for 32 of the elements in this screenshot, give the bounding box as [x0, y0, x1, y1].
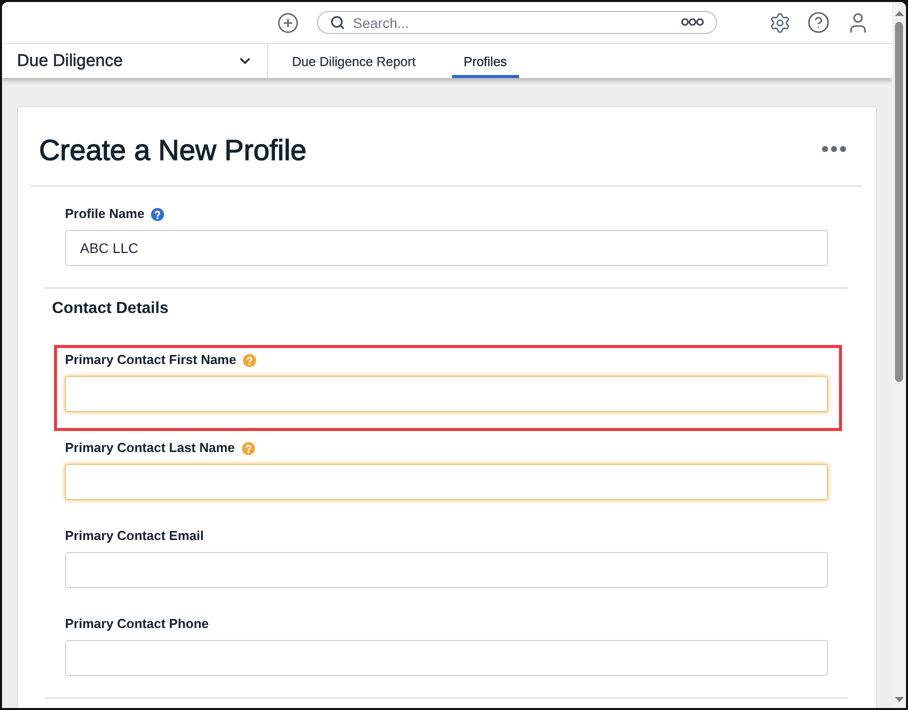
- help-button[interactable]: [807, 11, 830, 34]
- section-heading: Contact Details: [52, 299, 170, 319]
- app-selector[interactable]: Due Diligence: [2, 44, 268, 78]
- field-label: Primary Contact Last Name: [65, 439, 235, 457]
- scroll-up-arrow-icon[interactable]: [894, 11, 904, 16]
- text-input[interactable]: [65, 464, 828, 500]
- scroll-down-arrow-icon[interactable]: [894, 697, 904, 702]
- search-field[interactable]: Search...: [317, 11, 717, 34]
- page-title: Create a New Profile: [39, 134, 307, 168]
- text-input[interactable]: [65, 376, 828, 412]
- settings-button[interactable]: [769, 12, 791, 34]
- field-label: Primary Contact Phone: [65, 615, 209, 633]
- help-icon[interactable]: [243, 354, 256, 366]
- plus-circle-icon: [277, 12, 299, 34]
- add-button[interactable]: [277, 12, 299, 34]
- text-input[interactable]: [65, 552, 828, 588]
- more-options-button[interactable]: [822, 146, 846, 152]
- help-circle-icon: [807, 11, 830, 34]
- text-input[interactable]: ABC LLC: [65, 230, 828, 266]
- search-icon: [330, 15, 345, 30]
- settings-icon: [769, 12, 791, 34]
- help-icon[interactable]: [242, 442, 255, 454]
- field-label: Profile Name: [65, 205, 144, 223]
- text-input[interactable]: [65, 640, 828, 676]
- field-label: Primary Contact First Name: [65, 351, 236, 369]
- three-rings-icon[interactable]: [681, 18, 704, 26]
- field-label: Primary Contact Email: [65, 527, 204, 545]
- nav-tab[interactable]: Due Diligence Report: [280, 44, 428, 78]
- scrollbar[interactable]: [892, 2, 906, 708]
- ellipsis-icon: [822, 146, 846, 152]
- scrollbar-thumb[interactable]: [895, 22, 903, 382]
- help-icon[interactable]: [151, 208, 164, 220]
